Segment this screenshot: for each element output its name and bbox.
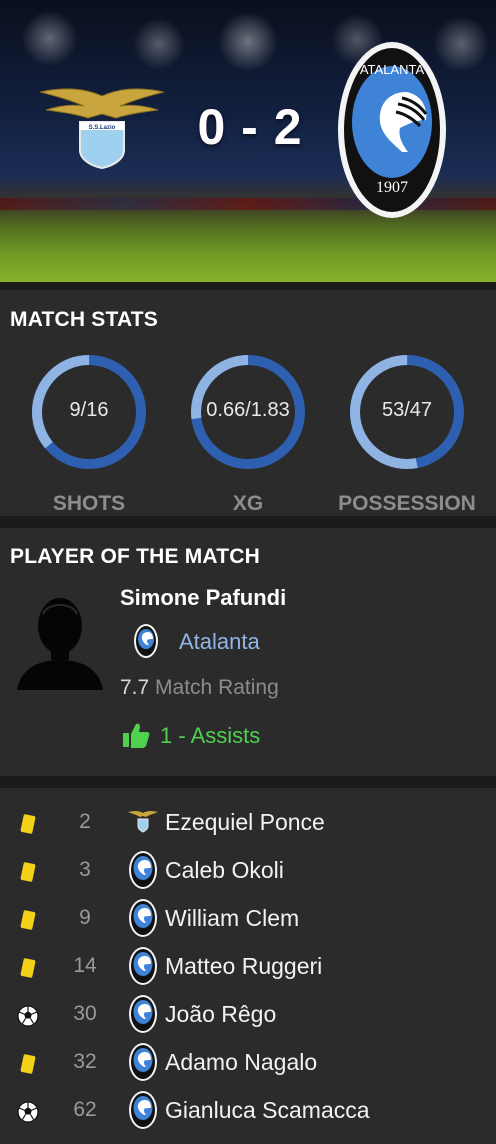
player-of-the-match-card[interactable]: PLAYER OF THE MATCH Simone Pafundi Atala…	[0, 528, 496, 776]
atalanta-crest-icon	[128, 898, 158, 943]
event-row-32[interactable]: 32 Adamo Nagalo	[0, 1038, 496, 1086]
event-row-62[interactable]: 62 Gianluca Scamacca	[0, 1086, 496, 1134]
event-minute: 62	[73, 1098, 97, 1121]
yellow-card-icon	[16, 1052, 40, 1076]
player-avatar-icon	[17, 598, 103, 690]
potm-player-name[interactable]: Simone Pafundi	[120, 585, 286, 611]
potm-rating: 7.7 Match Rating	[120, 676, 279, 700]
event-minute: 9	[79, 906, 91, 929]
shots-label: SHOTS	[52, 492, 126, 515]
goal-ball-icon	[16, 1100, 40, 1124]
lazio-crest-text: S.S.Lazio	[89, 125, 116, 131]
event-player-name[interactable]: Matteo Ruggeri	[165, 953, 322, 980]
event-row-2[interactable]: 2 Ezequiel Ponce	[0, 798, 496, 846]
potm-team-crest-icon	[134, 624, 158, 658]
yellow-card-icon	[16, 956, 40, 980]
shots-value: 9/16	[69, 399, 109, 421]
match-score: 0 - 2	[197, 99, 303, 155]
lazio-crest-icon	[128, 810, 158, 839]
atalanta-crest-icon	[128, 1042, 158, 1087]
atalanta-crest-text: ATALANTA	[360, 62, 425, 77]
atalanta-crest-year: 1907	[376, 179, 408, 196]
event-minute: 30	[73, 1002, 97, 1025]
match-stats-title: MATCH STATS	[10, 308, 159, 331]
possession-label: POSSESSION	[338, 492, 476, 515]
event-row-9[interactable]: 9 William Clem	[0, 894, 496, 942]
event-minute: 3	[79, 858, 91, 881]
match-events-card: 2 Ezequiel Ponce 3 Caleb Okoli 9 William…	[0, 788, 496, 1144]
stat-shots[interactable]: 9/16 SHOTS	[29, 352, 149, 515]
potm-team-name[interactable]: Atalanta	[179, 629, 260, 655]
possession-value: 53/47	[381, 399, 433, 421]
stat-possession[interactable]: 53/47 POSSESSION	[338, 352, 476, 515]
atalanta-crest-icon	[128, 1090, 158, 1135]
xg-label: XG	[232, 492, 264, 515]
atalanta-crest-icon	[128, 850, 158, 895]
atalanta-crest-icon[interactable]: ATALANTA 1907	[336, 40, 448, 220]
event-player-name[interactable]: Gianluca Scamacca	[165, 1097, 370, 1124]
event-player-name[interactable]: João Rêgo	[165, 1001, 276, 1028]
goal-ball-icon	[16, 1004, 40, 1028]
thumbs-up-icon	[123, 723, 150, 748]
event-player-name[interactable]: William Clem	[165, 905, 299, 932]
event-minute: 14	[73, 954, 97, 977]
match-stats-card: MATCH STATS 9/16 SHOTS 0.66/1.83 XG 53/4…	[0, 290, 496, 516]
lazio-crest-icon[interactable]: S.S.Lazio	[40, 86, 164, 170]
event-minute: 32	[73, 1050, 97, 1073]
potm-title: PLAYER OF THE MATCH	[10, 545, 260, 568]
potm-rating-label: Match Rating	[155, 676, 279, 699]
yellow-card-icon	[16, 860, 40, 884]
event-player-name[interactable]: Adamo Nagalo	[165, 1049, 317, 1076]
event-minute: 2	[79, 810, 91, 833]
atalanta-crest-icon	[128, 946, 158, 991]
event-row-30[interactable]: 30 João Rêgo	[0, 990, 496, 1038]
event-player-name[interactable]: Ezequiel Ponce	[165, 809, 325, 836]
atalanta-crest-icon	[128, 994, 158, 1039]
event-row-14[interactable]: 14 Matteo Ruggeri	[0, 942, 496, 990]
potm-rating-value: 7.7	[120, 676, 150, 699]
xg-value: 0.66/1.83	[206, 399, 290, 421]
stat-xg[interactable]: 0.66/1.83 XG	[188, 352, 308, 515]
yellow-card-icon	[16, 812, 40, 836]
event-player-name[interactable]: Caleb Okoli	[165, 857, 284, 884]
event-row-3[interactable]: 3 Caleb Okoli	[0, 846, 496, 894]
potm-award-text: 1 - Assists	[160, 723, 261, 748]
match-header: S.S.Lazio 0 - 2 ATALANTA 1907	[0, 0, 496, 282]
yellow-card-icon	[16, 908, 40, 932]
